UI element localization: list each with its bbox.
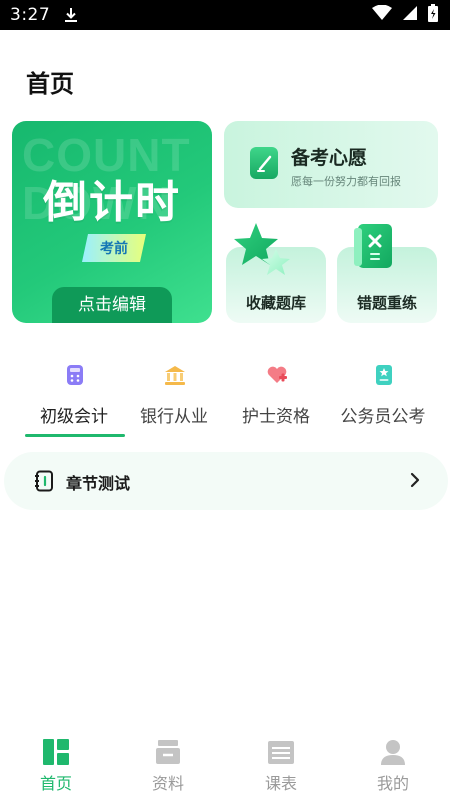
- category-tabs: 初级会计 银行从业 护士资格 公务员公考: [0, 360, 450, 440]
- mistakes-label: 错题重练: [356, 294, 417, 312]
- active-tab-indicator: [25, 434, 125, 437]
- nav-profile[interactable]: 我的: [337, 730, 449, 800]
- tab-label: 公务员公考: [340, 407, 426, 427]
- heart-plus-icon: [266, 364, 288, 386]
- tab-label: 银行从业: [140, 407, 208, 427]
- documents-icon: [154, 738, 182, 766]
- chapter-test-row[interactable]: 章节测试: [4, 452, 448, 510]
- wrong-book-icon: [352, 222, 398, 276]
- wish-title: 备考心愿: [291, 147, 368, 169]
- chapter-test-label: 章节测试: [66, 474, 131, 493]
- wish-subtitle: 愿每一份努力都有回报: [291, 175, 401, 188]
- tab-junior-accounting[interactable]: 初级会计: [18, 360, 130, 438]
- exam-tag-label: 考前: [100, 241, 128, 257]
- nav-label: 首页: [39, 774, 72, 793]
- star-icon: [232, 221, 294, 285]
- wish-card[interactable]: 备考心愿 愿每一份努力都有回报: [224, 121, 438, 208]
- tab-civil-service[interactable]: 公务员公考: [327, 360, 439, 438]
- nav-home[interactable]: 首页: [0, 730, 112, 800]
- schedule-icon: [267, 738, 295, 766]
- wifi-icon: [372, 4, 392, 25]
- exam-tag: 考前: [82, 234, 146, 266]
- favorites-label: 收藏题库: [245, 294, 306, 312]
- nav-label: 资料: [151, 774, 184, 793]
- notebook-icon: [34, 470, 54, 496]
- bottom-nav: 首页 资料 课表 我的: [0, 730, 450, 800]
- countdown-title: 倒计时: [43, 177, 181, 228]
- edit-countdown-button[interactable]: 点击编辑: [52, 287, 172, 323]
- battery-icon: [428, 4, 438, 26]
- calculator-icon: [64, 364, 86, 386]
- status-time: 3:27: [10, 5, 51, 25]
- tab-label: 护士资格: [242, 407, 310, 427]
- tab-banking[interactable]: 银行从业: [118, 360, 230, 438]
- download-icon: [64, 7, 78, 23]
- status-bar: 3:27: [0, 0, 450, 30]
- badge-icon: [373, 364, 395, 386]
- bank-icon: [164, 364, 186, 386]
- tab-label: 初级会计: [40, 407, 108, 427]
- nav-materials[interactable]: 资料: [112, 730, 224, 800]
- nav-label: 课表: [264, 774, 297, 793]
- tab-nursing[interactable]: 护士资格: [220, 360, 332, 438]
- chevron-right-icon: [410, 472, 420, 492]
- home-grid-icon: [42, 738, 70, 766]
- nav-schedule[interactable]: 课表: [225, 730, 337, 800]
- profile-icon: [379, 738, 407, 766]
- signal-icon: [402, 5, 418, 25]
- page-title: 首页: [26, 70, 74, 98]
- pen-note-icon: [248, 145, 280, 185]
- nav-label: 我的: [376, 774, 409, 793]
